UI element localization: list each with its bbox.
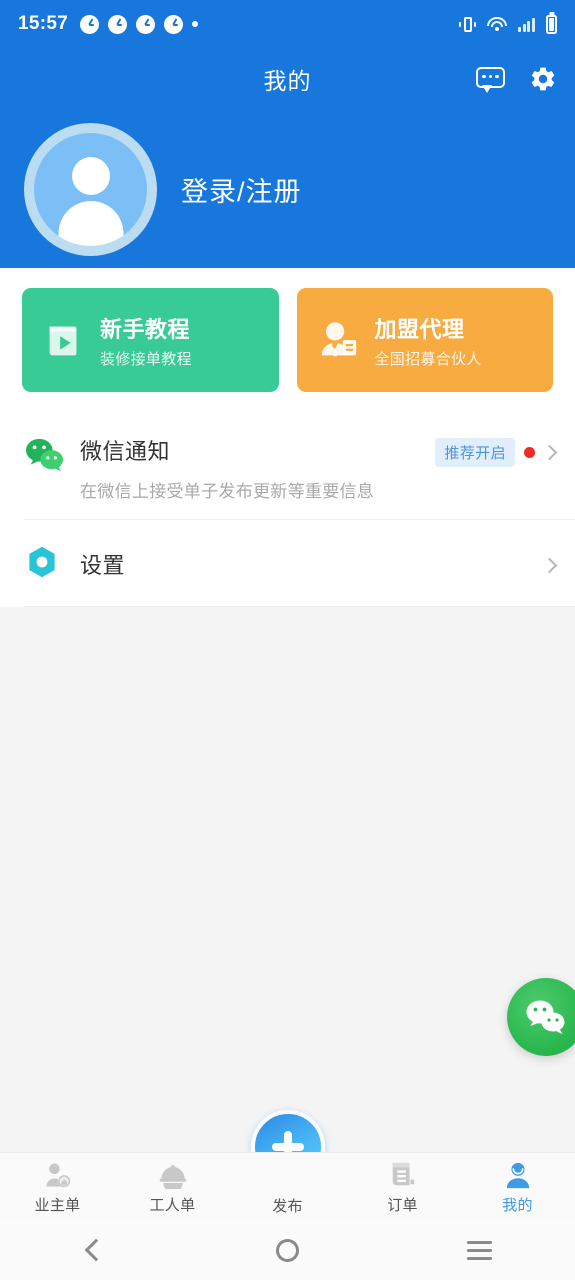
promo-subtitle: 装修接单教程 <box>100 350 192 368</box>
page-title: 我的 <box>263 68 312 94</box>
agent-person-icon <box>315 317 361 363</box>
content-spacer <box>0 607 575 1067</box>
nav-recents-button[interactable] <box>383 1240 575 1260</box>
list-item-wechat-notify[interactable]: 微信通知 在微信上接受单子发布更新等重要信息 推荐开启 <box>0 414 575 520</box>
status-app-icon <box>136 14 156 34</box>
status-app-icon <box>164 14 184 34</box>
chevron-right-icon <box>541 557 558 574</box>
tab-label: 订单 <box>387 1196 418 1214</box>
order-document-icon <box>389 1159 417 1189</box>
list-item-actions[interactable]: 推荐开启 <box>435 438 558 467</box>
list-item-subtitle: 在微信上接受单子发布更新等重要信息 <box>80 482 375 501</box>
book-play-icon <box>40 317 86 363</box>
signal-icon <box>518 16 535 32</box>
promo-card-agent[interactable]: 加盟代理 全国招募合伙人 <box>296 288 553 392</box>
wechat-icon <box>526 1000 565 1034</box>
status-bar-left: 15:57 <box>18 13 199 35</box>
promo-subtitle: 全国招募合伙人 <box>374 350 482 368</box>
tab-orders[interactable]: 订单 <box>345 1159 460 1215</box>
promo-texts: 加盟代理 全国招募合伙人 <box>375 312 482 369</box>
list-item-texts: 微信通知 在微信上接受单子发布更新等重要信息 <box>80 434 435 502</box>
chat-bubble-icon[interactable] <box>476 66 505 93</box>
tab-publish[interactable]: 发布 <box>230 1158 345 1216</box>
login-register-label[interactable]: 登录/注册 <box>181 170 302 209</box>
list-item-title: 设置 <box>80 552 126 578</box>
user-avatar-placeholder-icon <box>34 132 147 246</box>
app-screen: 15:57 我的 登录/注册 新手教程 装修接单教程 加盟代理 全国招募合伙人 … <box>0 0 575 1280</box>
nav-home-button[interactable] <box>192 1238 384 1262</box>
chevron-right-icon <box>541 444 558 461</box>
promo-texts: 新手教程 装修接单教程 <box>100 312 192 369</box>
worker-helmet-icon <box>158 1159 188 1189</box>
settings-hex-icon <box>24 544 68 585</box>
tab-label: 业主单 <box>34 1196 81 1214</box>
profile-person-icon <box>504 1159 532 1189</box>
wifi-icon <box>487 16 508 32</box>
settings-list: 微信通知 在微信上接受单子发布更新等重要信息 推荐开启 设置 <box>0 414 575 607</box>
status-more-dot-icon <box>192 21 199 27</box>
notification-dot-icon <box>524 447 535 458</box>
list-item-actions[interactable] <box>541 557 558 574</box>
status-app-icon <box>80 14 100 34</box>
status-bar-right <box>459 14 557 34</box>
vibrate-icon <box>459 15 477 34</box>
tab-profile[interactable]: 我的 <box>460 1159 575 1215</box>
list-item-title: 微信通知 <box>80 439 171 464</box>
promo-title: 加盟代理 <box>374 316 465 342</box>
header-actions <box>476 48 557 110</box>
gear-icon[interactable] <box>529 65 557 93</box>
promo-title: 新手教程 <box>100 316 191 342</box>
promo-card-tutorial[interactable]: 新手教程 装修接单教程 <box>22 288 279 392</box>
recents-icon <box>466 1240 492 1260</box>
list-item-settings[interactable]: 设置 <box>0 520 575 607</box>
promo-cards: 新手教程 装修接单教程 加盟代理 全国招募合伙人 <box>0 268 575 414</box>
avatar[interactable] <box>24 122 157 256</box>
tab-label: 工人单 <box>149 1196 196 1214</box>
profile-section[interactable]: 登录/注册 <box>0 110 575 268</box>
status-bar: 15:57 <box>0 0 575 48</box>
floating-wechat-button[interactable] <box>507 978 575 1056</box>
status-app-icon <box>108 14 128 34</box>
tab-owner-orders[interactable]: 业主单 <box>0 1159 115 1215</box>
tab-label: 我的 <box>502 1196 533 1214</box>
nav-back-button[interactable] <box>0 1238 192 1262</box>
page-header: 我的 <box>0 48 575 110</box>
status-time: 15:57 <box>18 13 69 34</box>
status-badge: 推荐开启 <box>435 438 515 467</box>
android-nav-bar <box>0 1220 575 1280</box>
back-icon <box>84 1238 108 1262</box>
tab-worker-orders[interactable]: 工人单 <box>115 1159 230 1215</box>
list-item-texts: 设置 <box>80 548 544 580</box>
tab-label: 发布 <box>272 1197 303 1215</box>
wechat-icon <box>24 436 68 479</box>
battery-icon <box>546 14 557 34</box>
bottom-tab-bar: 业主单 工人单 发布 订单 我的 <box>0 1152 575 1220</box>
home-icon <box>276 1238 299 1262</box>
owner-person-home-icon <box>43 1159 73 1189</box>
